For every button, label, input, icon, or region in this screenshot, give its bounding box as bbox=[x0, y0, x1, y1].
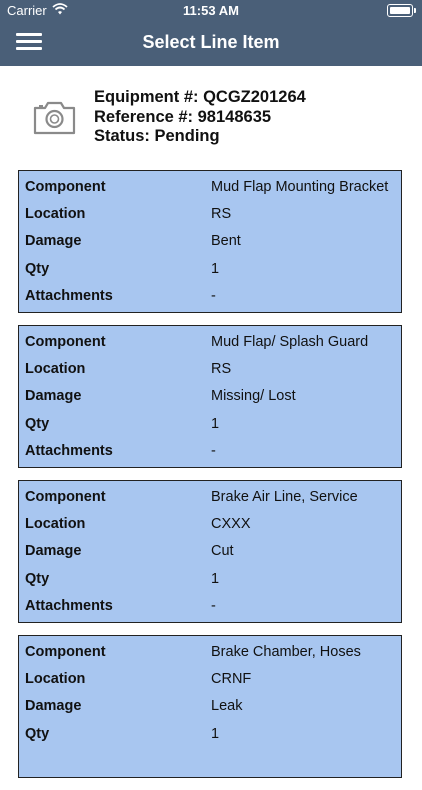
component-label: Component bbox=[25, 644, 106, 660]
location-row: Location CRNF bbox=[19, 665, 403, 692]
damage-value: Bent bbox=[211, 233, 241, 249]
component-label: Component bbox=[25, 334, 106, 350]
location-label: Location bbox=[25, 671, 86, 687]
qty-label: Qty bbox=[25, 726, 50, 742]
navigation-bar: Carrier 11:53 AM Select Line Item bbox=[0, 0, 422, 66]
qty-label: Qty bbox=[25, 261, 50, 277]
damage-label: Damage bbox=[25, 543, 82, 559]
line-item-card[interactable]: Component Mud Flap Mounting Bracket Loca… bbox=[18, 170, 402, 313]
qty-row: Qty 1 bbox=[19, 565, 403, 592]
component-row: Component Brake Chamber, Hoses bbox=[19, 638, 403, 665]
location-label: Location bbox=[25, 361, 86, 377]
attachments-row: Attachments - bbox=[19, 282, 403, 309]
component-row: Component Mud Flap/ Splash Guard bbox=[19, 328, 403, 355]
status-text: Status: Pending bbox=[94, 127, 220, 145]
qty-value: 1 bbox=[211, 416, 220, 432]
attachments-label: Attachments bbox=[25, 288, 113, 304]
component-label: Component bbox=[25, 179, 106, 195]
component-row: Component Mud Flap Mounting Bracket bbox=[19, 173, 403, 200]
location-value: CXXX bbox=[211, 516, 251, 532]
damage-row: Damage Missing/ Lost bbox=[19, 382, 403, 409]
qty-value: 1 bbox=[211, 726, 220, 742]
line-item-card[interactable]: Component Mud Flap/ Splash Guard Locatio… bbox=[18, 325, 402, 468]
location-row: Location RS bbox=[19, 200, 403, 227]
clock: 11:53 AM bbox=[183, 3, 239, 18]
component-value: Brake Chamber, Hoses bbox=[211, 644, 361, 660]
damage-label: Damage bbox=[25, 388, 82, 404]
attachments-value: - bbox=[211, 598, 216, 614]
location-value: RS bbox=[211, 206, 232, 222]
damage-value: Leak bbox=[211, 698, 243, 714]
component-value: Mud Flap Mounting Bracket bbox=[211, 179, 389, 195]
qty-row: Qty 1 bbox=[19, 720, 403, 747]
damage-value: Missing/ Lost bbox=[211, 388, 296, 404]
location-value: RS bbox=[211, 361, 232, 377]
component-label: Component bbox=[25, 489, 106, 505]
component-value: Brake Air Line, Service bbox=[211, 489, 358, 505]
damage-row: Damage Bent bbox=[19, 227, 403, 254]
location-label: Location bbox=[25, 206, 86, 222]
qty-row: Qty 1 bbox=[19, 410, 403, 437]
qty-label: Qty bbox=[25, 571, 50, 587]
battery-icon bbox=[387, 4, 416, 17]
damage-label: Damage bbox=[25, 698, 82, 714]
damage-row: Damage Cut bbox=[19, 537, 403, 564]
qty-value: 1 bbox=[211, 261, 220, 277]
attachments-label: Attachments bbox=[25, 598, 113, 614]
qty-row: Qty 1 bbox=[19, 255, 403, 282]
location-row: Location RS bbox=[19, 355, 403, 382]
page-title: Select Line Item bbox=[142, 32, 280, 52]
attachments-row: Attachments - bbox=[19, 592, 403, 619]
attachments-row: Attachments - bbox=[19, 437, 403, 464]
line-item-card[interactable]: Component Brake Air Line, Service Locati… bbox=[18, 480, 402, 623]
line-item-card[interactable]: Component Brake Chamber, Hoses Location … bbox=[18, 635, 402, 778]
location-value: CRNF bbox=[211, 671, 252, 687]
location-label: Location bbox=[25, 516, 86, 532]
camera-icon[interactable] bbox=[32, 98, 77, 136]
status-bar: Carrier 11:53 AM bbox=[0, 0, 422, 22]
component-value: Mud Flap/ Splash Guard bbox=[211, 334, 369, 350]
qty-label: Qty bbox=[25, 416, 50, 432]
qty-value: 1 bbox=[211, 571, 220, 587]
damage-value: Cut bbox=[211, 543, 234, 559]
component-row: Component Brake Air Line, Service bbox=[19, 483, 403, 510]
location-row: Location CXXX bbox=[19, 510, 403, 537]
attachments-value: - bbox=[211, 288, 216, 304]
equipment-number: Equipment #: QCGZ201264 bbox=[94, 88, 306, 106]
equipment-info: Equipment #: QCGZ201264 Reference #: 981… bbox=[0, 66, 422, 166]
damage-row: Damage Leak bbox=[19, 692, 403, 719]
damage-label: Damage bbox=[25, 233, 82, 249]
reference-number: Reference #: 98148635 bbox=[94, 107, 272, 126]
attachments-value: - bbox=[211, 443, 216, 459]
line-item-list: Component Mud Flap Mounting Bracket Loca… bbox=[18, 170, 404, 790]
attachments-label: Attachments bbox=[25, 443, 113, 459]
